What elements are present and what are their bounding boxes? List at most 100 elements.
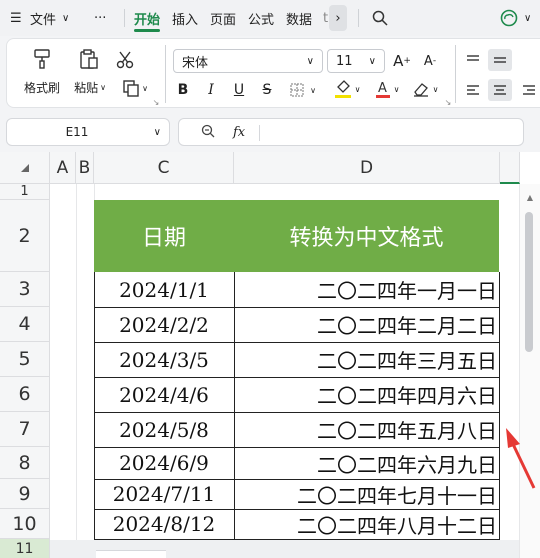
column-header-d[interactable]: D [234, 152, 500, 184]
fx-icon[interactable]: fx [233, 125, 245, 140]
row-header-11[interactable]: 11 [0, 539, 50, 558]
column-header-c[interactable]: C [94, 152, 234, 184]
underline-button[interactable]: U [229, 79, 249, 101]
chinese-date-cell[interactable]: 二〇二四年六月九日 [234, 447, 497, 479]
paste-icon[interactable] [73, 47, 105, 71]
date-cell[interactable]: 2024/7/11 [94, 479, 234, 509]
paste-label: 粘贴 [74, 80, 99, 95]
strikethrough-button[interactable]: S [257, 79, 277, 101]
row-header-5[interactable]: 5 [0, 342, 50, 377]
row-header-10[interactable]: 10 [0, 509, 50, 539]
align-center-icon[interactable] [488, 79, 512, 101]
clear-format-button[interactable]: ∨ [407, 77, 443, 101]
date-cell[interactable]: 2024/5/8 [94, 412, 234, 447]
header-date[interactable]: 日期 [94, 200, 234, 272]
row-header-8[interactable]: 8 [0, 447, 50, 479]
chevron-down-icon: ∨ [393, 84, 400, 94]
row-header-4[interactable]: 4 [0, 307, 50, 342]
name-box[interactable]: E11 ∨ [6, 118, 170, 146]
font-size-value: 11 [336, 53, 353, 69]
row-header-7[interactable]: 7 [0, 412, 50, 447]
font-name-select[interactable]: 宋体 ∨ [173, 49, 323, 73]
chinese-date-cell[interactable]: 二〇二四年八月十二日 [234, 509, 497, 539]
align-right-icon[interactable] [519, 79, 539, 101]
tab-formula[interactable]: 公式 [248, 0, 274, 36]
border-icon[interactable] [287, 79, 307, 101]
chevron-down-icon: ∨ [354, 84, 361, 94]
tab-page[interactable]: 页面 [210, 0, 236, 36]
date-cell[interactable]: 2024/6/9 [94, 447, 234, 479]
divider [124, 9, 125, 27]
format-painter-button[interactable]: 格式刷 [21, 79, 63, 95]
font-color-button[interactable]: A ∨ [369, 77, 405, 101]
chinese-date-cell[interactable]: 二〇二四年二月二日 [234, 307, 497, 342]
align-middle-icon[interactable] [488, 49, 512, 71]
paste-button[interactable]: 粘贴 ∨ [69, 79, 111, 95]
column-header-b[interactable]: B [76, 152, 94, 184]
row-header-2[interactable]: 2 [0, 200, 50, 272]
more-button[interactable]: ··· [94, 0, 106, 36]
row-header-1[interactable]: 1 [0, 184, 50, 200]
scroll-up-icon[interactable]: ▲ [520, 184, 540, 210]
align-top-icon[interactable] [463, 49, 483, 71]
date-cell[interactable]: 2024/2/2 [94, 307, 234, 342]
date-cell[interactable]: 2024/8/12 [94, 509, 234, 539]
formula-bar[interactable]: fx [178, 118, 524, 146]
dialog-launcher-icon[interactable]: ↘ [151, 97, 161, 107]
table-border [94, 342, 500, 343]
chevron-down-icon: ∨ [432, 84, 439, 94]
search-icon[interactable] [372, 0, 388, 36]
active-tab-indicator [134, 29, 160, 32]
bold-button[interactable]: B [173, 79, 193, 101]
date-cell[interactable]: 2024/3/5 [94, 342, 234, 377]
chevron-down-icon[interactable]: ∨ [307, 79, 319, 101]
divider [259, 125, 260, 141]
fill-color-button[interactable]: ∨ [327, 77, 367, 101]
zoom-icon[interactable] [201, 124, 215, 141]
cell-reference: E11 [65, 125, 89, 139]
cloud-sync-icon[interactable] [500, 0, 518, 36]
table-border [94, 307, 500, 308]
align-left-icon[interactable] [463, 79, 483, 101]
select-all-corner[interactable] [0, 152, 50, 184]
svg-text:A: A [378, 81, 387, 96]
row-header-9[interactable]: 9 [0, 479, 50, 509]
tab-insert[interactable]: 插入 [172, 0, 198, 36]
increase-font-icon[interactable]: A + [391, 49, 413, 73]
column-header-e[interactable] [500, 152, 520, 184]
chevron-down-icon[interactable]: ∨ [524, 0, 531, 36]
table-border [94, 447, 500, 448]
row-header-3[interactable]: 3 [0, 272, 50, 307]
header-chinese-format[interactable]: 转换为中文格式 [234, 200, 499, 272]
scrollbar-thumb[interactable] [525, 212, 533, 352]
date-cell[interactable]: 2024/1/1 [94, 272, 234, 307]
tab-data[interactable]: 数据 [286, 0, 312, 36]
tab-overflow[interactable]: t [323, 0, 328, 36]
column-header-a[interactable]: A [50, 152, 76, 184]
menu-icon[interactable]: ☰ [10, 0, 22, 36]
decrease-font-icon[interactable]: A- [419, 49, 441, 73]
font-size-select[interactable]: 11 ∨ [327, 49, 385, 73]
divider [358, 9, 359, 27]
dialog-launcher-icon[interactable]: ↘ [443, 97, 453, 107]
spreadsheet-grid[interactable]: A B C D 1 2 3 4 5 6 7 8 9 10 11 日期 转换为中文… [0, 152, 540, 558]
chinese-date-cell[interactable]: 二〇二四年七月十一日 [234, 479, 497, 509]
cut-icon[interactable] [113, 49, 137, 71]
font-name-value: 宋体 [182, 55, 209, 71]
row-header-6[interactable]: 6 [0, 377, 50, 412]
italic-button[interactable]: I [201, 79, 221, 101]
chinese-date-cell[interactable]: 二〇二四年一月一日 [234, 272, 497, 307]
chinese-date-cell[interactable]: 二〇二四年五月八日 [234, 412, 497, 447]
file-menu[interactable]: 文件 ∨ [30, 0, 69, 36]
chinese-date-cell[interactable]: 二〇二四年三月五日 [234, 342, 497, 377]
table-border [94, 272, 95, 539]
table-border [499, 272, 500, 539]
chevron-right-icon[interactable]: › [329, 5, 347, 31]
arrow-annotation-icon [506, 428, 536, 489]
copy-icon[interactable]: ∨ [115, 77, 155, 99]
format-painter-icon[interactable] [21, 47, 63, 71]
sheet-tab[interactable] [96, 550, 166, 558]
date-cell[interactable]: 2024/4/6 [94, 377, 234, 412]
chinese-date-cell[interactable]: 二〇二四年四月六日 [234, 377, 497, 412]
table-border [94, 509, 500, 510]
